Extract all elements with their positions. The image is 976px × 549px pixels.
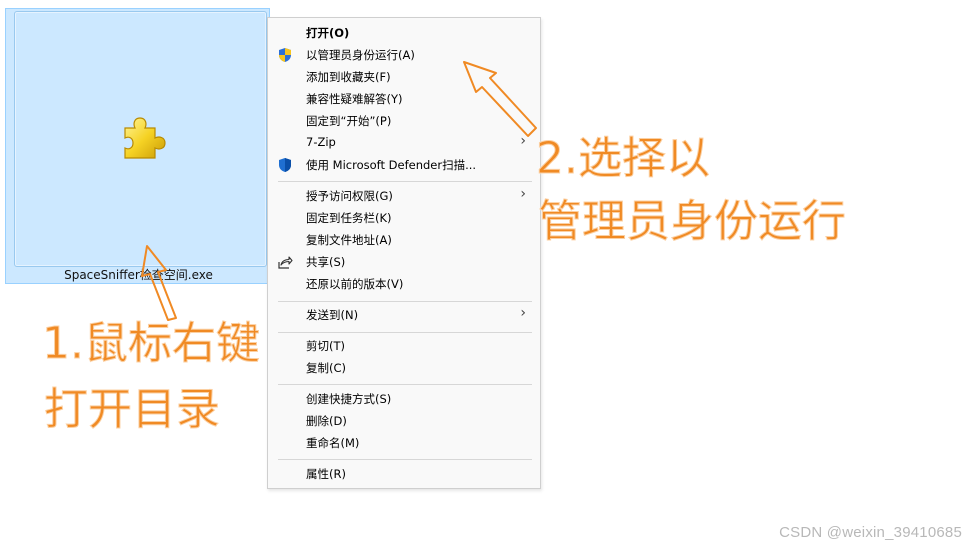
menu-item-label: 复制文件地址(A) bbox=[306, 233, 392, 247]
watermark: CSDN @weixin_39410685 bbox=[779, 524, 962, 541]
file-name: SpaceSniffer检查空间.exe bbox=[64, 268, 213, 282]
menu-item-pin-taskbar[interactable]: 固定到任务栏(K) bbox=[268, 207, 540, 229]
menu-item-label: 创建快捷方式(S) bbox=[306, 392, 392, 406]
menu-item-label: 添加到收藏夹(F) bbox=[306, 70, 391, 84]
defender-shield-icon bbox=[279, 158, 291, 172]
menu-item-label: 共享(S) bbox=[306, 255, 346, 269]
menu-item-label: 以管理员身份运行(A) bbox=[306, 48, 415, 62]
menu-separator bbox=[278, 384, 532, 385]
menu-separator bbox=[278, 332, 532, 333]
menu-separator bbox=[278, 301, 532, 302]
menu-item-label: 还原以前的版本(V) bbox=[306, 277, 404, 291]
menu-item-grant-access[interactable]: 授予访问权限(G) › bbox=[268, 185, 540, 207]
menu-item-defender-scan[interactable]: 使用 Microsoft Defender扫描... bbox=[268, 154, 540, 176]
menu-item-label: 发送到(N) bbox=[306, 308, 359, 322]
menu-item-label: 属性(R) bbox=[306, 467, 346, 481]
menu-item-run-as-admin[interactable]: 以管理员身份运行(A) bbox=[268, 44, 540, 66]
menu-item-share[interactable]: 共享(S) bbox=[268, 251, 540, 273]
menu-separator bbox=[278, 459, 532, 460]
annotation-step2-line2: 管理员身份运行 bbox=[538, 196, 847, 247]
menu-item-label: 授予访问权限(G) bbox=[306, 189, 393, 203]
menu-item-restore-versions[interactable]: 还原以前的版本(V) bbox=[268, 273, 540, 295]
menu-item-label: 剪切(T) bbox=[306, 339, 345, 353]
menu-item-label: 重命名(M) bbox=[306, 436, 360, 450]
menu-item-cut[interactable]: 剪切(T) bbox=[268, 335, 540, 357]
annotation-step1-line2: 打开目录 bbox=[44, 384, 221, 435]
menu-item-copy[interactable]: 复制(C) bbox=[268, 357, 540, 379]
menu-item-send-to[interactable]: 发送到(N) › bbox=[268, 304, 540, 326]
menu-item-label: 兼容性疑难解答(Y) bbox=[306, 92, 403, 106]
menu-item-label: 7-Zip bbox=[306, 135, 336, 149]
menu-item-label: 复制(C) bbox=[306, 361, 347, 375]
menu-item-7zip[interactable]: 7-Zip › bbox=[268, 132, 540, 154]
menu-item-open[interactable]: 打开(O) bbox=[268, 22, 540, 44]
uac-shield-icon bbox=[279, 48, 291, 62]
menu-item-troubleshoot-compat[interactable]: 兼容性疑难解答(Y) bbox=[268, 88, 540, 110]
file-tile[interactable]: SpaceSniffer检查空间.exe bbox=[5, 8, 270, 284]
menu-item-label: 使用 Microsoft Defender扫描... bbox=[306, 158, 477, 172]
menu-item-label: 删除(D) bbox=[306, 414, 347, 428]
menu-item-rename[interactable]: 重命名(M) bbox=[268, 432, 540, 454]
menu-item-delete[interactable]: 删除(D) bbox=[268, 410, 540, 432]
puzzle-icon bbox=[124, 117, 166, 159]
menu-item-copy-path[interactable]: 复制文件地址(A) bbox=[268, 229, 540, 251]
context-menu: 打开(O) 以管理员身份运行(A) 添加到收藏夹(F) 兼容性疑难解答(Y) 固… bbox=[267, 17, 541, 489]
chevron-right-icon: › bbox=[520, 133, 526, 149]
menu-item-label: 打开(O) bbox=[306, 26, 350, 40]
menu-item-pin-start[interactable]: 固定到“开始”(P) bbox=[268, 110, 540, 132]
menu-item-add-favorites[interactable]: 添加到收藏夹(F) bbox=[268, 66, 540, 88]
menu-item-create-shortcut[interactable]: 创建快捷方式(S) bbox=[268, 388, 540, 410]
chevron-right-icon: › bbox=[520, 186, 526, 202]
chevron-right-icon: › bbox=[520, 305, 526, 321]
menu-item-label: 固定到“开始”(P) bbox=[306, 114, 392, 128]
menu-item-properties[interactable]: 属性(R) bbox=[268, 463, 540, 485]
annotation-step2-line1: 2.选择以 bbox=[536, 133, 711, 184]
share-icon bbox=[278, 256, 293, 269]
annotation-step1-line1: 1.鼠标右键 bbox=[42, 318, 261, 369]
menu-separator bbox=[278, 181, 532, 182]
menu-item-label: 固定到任务栏(K) bbox=[306, 211, 392, 225]
